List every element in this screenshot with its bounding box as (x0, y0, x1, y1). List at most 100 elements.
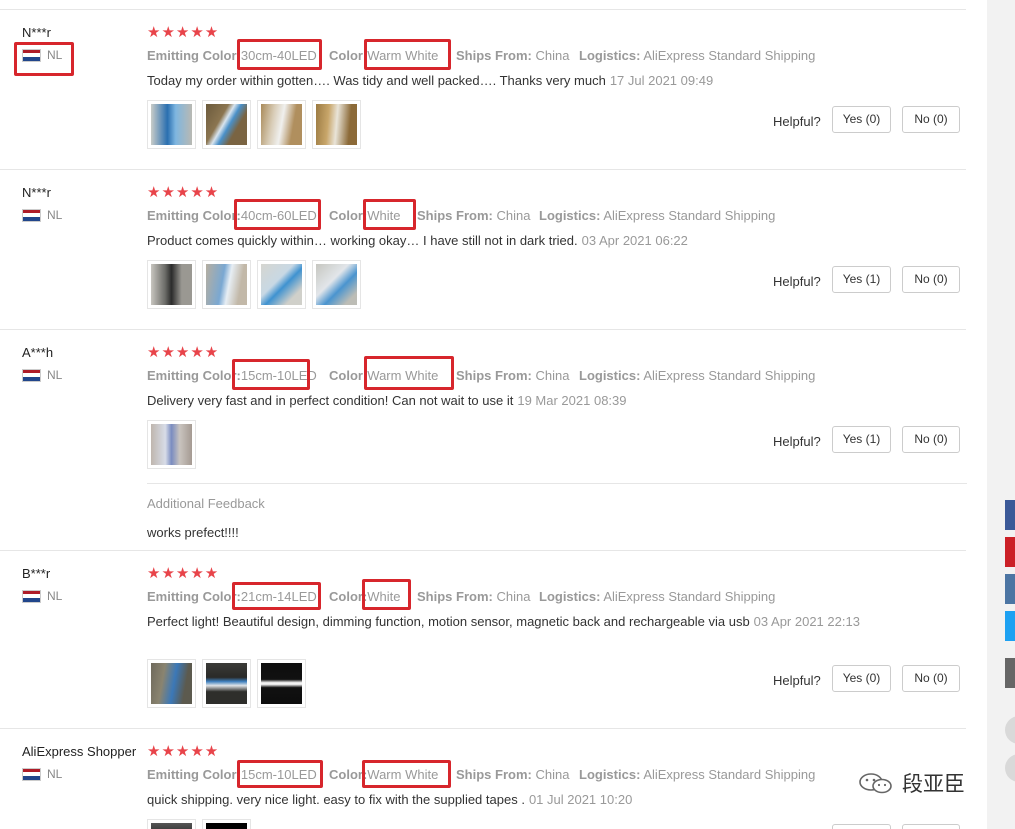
twitter-icon[interactable] (1005, 611, 1015, 641)
review-date: 03 Apr 2021 22:13 (753, 614, 860, 629)
country-code: NL (47, 208, 63, 222)
watermark-text: 段亚臣 (902, 773, 965, 796)
prop-ships-from: Ships From: China (417, 208, 531, 223)
review-photo[interactable] (147, 100, 196, 149)
review-photo[interactable] (312, 100, 361, 149)
helpful-no-button[interactable]: No (0) (902, 106, 960, 133)
prop-color: Color:Warm White (329, 368, 439, 383)
helpful-no-button[interactable] (902, 824, 960, 829)
divider (0, 728, 966, 729)
review-photo[interactable] (202, 659, 251, 708)
reviewer-name: A***h (22, 345, 54, 360)
netherlands-flag-icon (22, 767, 41, 781)
prop-color: Color:White (329, 589, 401, 604)
review-photo[interactable] (257, 100, 306, 149)
reviewer-country: NL (22, 367, 62, 383)
review-photo[interactable] (202, 100, 251, 149)
helpful-yes-button[interactable]: Yes (1) (832, 426, 891, 453)
back-to-top-button[interactable] (1005, 716, 1015, 744)
star-rating: ★★★★★ (147, 184, 220, 201)
helpful-no-button[interactable]: No (0) (902, 426, 960, 453)
review-photo[interactable] (147, 659, 196, 708)
review-photo[interactable] (257, 659, 306, 708)
review-photo[interactable] (202, 260, 251, 309)
vk-icon[interactable] (1005, 574, 1015, 604)
prop-color: Color:Warm White (329, 767, 439, 782)
reviewer-country: NL (22, 588, 62, 604)
helpful-yes-button[interactable] (832, 824, 891, 829)
prop-ships-from: Ships From: China (456, 767, 570, 782)
prop-color: Color:Warm White (329, 48, 439, 63)
prop-logistics: Logistics: AliExpress Standard Shipping (579, 368, 816, 383)
review-content: Perfect light! Beautiful design, dimming… (147, 614, 860, 629)
reviewer-name: N***r (22, 25, 51, 40)
helpful-label: Helpful? (773, 434, 821, 449)
reviewer-name: AliExpress Shopper (22, 744, 137, 759)
reviewer-country: NL (22, 766, 62, 782)
helpful-yes-button[interactable]: Yes (0) (832, 106, 891, 133)
netherlands-flag-icon (22, 208, 41, 222)
reviews-page: N***r NL ★★★★★ Emitting Color:30cm-40LED… (0, 0, 987, 829)
divider (0, 550, 966, 551)
review-date: 03 Apr 2021 06:22 (581, 233, 688, 248)
helpful-label: Helpful? (773, 673, 821, 688)
review-photo[interactable] (257, 260, 306, 309)
country-code: NL (47, 368, 63, 382)
review-photos (147, 819, 251, 829)
divider (147, 483, 967, 484)
review-photo[interactable] (147, 260, 196, 309)
review-content: Delivery very fast and in perfect condit… (147, 393, 627, 408)
divider (0, 329, 966, 330)
review-date: 17 Jul 2021 09:49 (609, 73, 714, 88)
helpful-label: Helpful? (773, 274, 821, 289)
review-photos (147, 659, 306, 708)
reviewer-name: B***r (22, 566, 51, 581)
star-rating: ★★★★★ (147, 565, 220, 582)
star-rating: ★★★★★ (147, 24, 220, 41)
additional-feedback-label: Additional Feedback (147, 496, 265, 511)
star-rating: ★★★★★ (147, 344, 220, 361)
reviewer-name: N***r (22, 185, 51, 200)
helpful-label: Helpful? (773, 114, 821, 129)
review-date: 01 Jul 2021 10:20 (528, 792, 633, 807)
review-photo[interactable] (147, 420, 196, 469)
review-photo[interactable] (147, 819, 196, 829)
helpful-yes-button[interactable]: Yes (0) (832, 665, 891, 692)
review-photo[interactable] (202, 819, 251, 829)
prop-emitting-color: Emitting Color:30cm-40LED (147, 48, 317, 63)
prop-ships-from: Ships From: China (456, 48, 570, 63)
prop-logistics: Logistics: AliExpress Standard Shipping (539, 208, 776, 223)
review-photo[interactable] (312, 260, 361, 309)
helpful-no-button[interactable]: No (0) (902, 266, 960, 293)
prop-color: Color:White (329, 208, 401, 223)
pinterest-icon[interactable] (1005, 537, 1015, 567)
review-photos (147, 260, 361, 309)
facebook-icon[interactable] (1005, 500, 1015, 530)
reviewer-country: NL (22, 207, 62, 223)
review-photos (147, 420, 196, 469)
country-code: NL (47, 48, 63, 62)
helpful-no-button[interactable]: No (0) (902, 665, 960, 692)
star-rating: ★★★★★ (147, 743, 220, 760)
prop-logistics: Logistics: AliExpress Standard Shipping (579, 767, 816, 782)
prop-emitting-color: Emitting Color:21cm-14LED (147, 589, 317, 604)
reviewer-country: NL (22, 47, 62, 63)
review-content: quick shipping. very nice light. easy to… (147, 792, 633, 807)
review-content: Product comes quickly within… working ok… (147, 233, 688, 248)
additional-feedback-text: works prefect!!!! (147, 525, 239, 540)
scroll-button[interactable] (1005, 754, 1015, 782)
review-content: Today my order within gotten…. Was tidy … (147, 73, 714, 88)
prop-ships-from: Ships From: China (456, 368, 570, 383)
more-icon[interactable] (1005, 658, 1015, 688)
divider (0, 169, 966, 170)
country-code: NL (47, 589, 63, 603)
helpful-yes-button[interactable]: Yes (1) (832, 266, 891, 293)
review-date: 19 Mar 2021 08:39 (517, 393, 627, 408)
prop-emitting-color: Emitting Color:40cm-60LED (147, 208, 317, 223)
watermark: 段亚臣 (858, 769, 965, 797)
netherlands-flag-icon (22, 48, 41, 62)
prop-ships-from: Ships From: China (417, 589, 531, 604)
prop-emitting-color: Emitting Color:15cm-10LED (147, 767, 317, 782)
prop-emitting-color: Emitting Color:15cm-10LED (147, 368, 317, 383)
review-photos (147, 100, 361, 149)
